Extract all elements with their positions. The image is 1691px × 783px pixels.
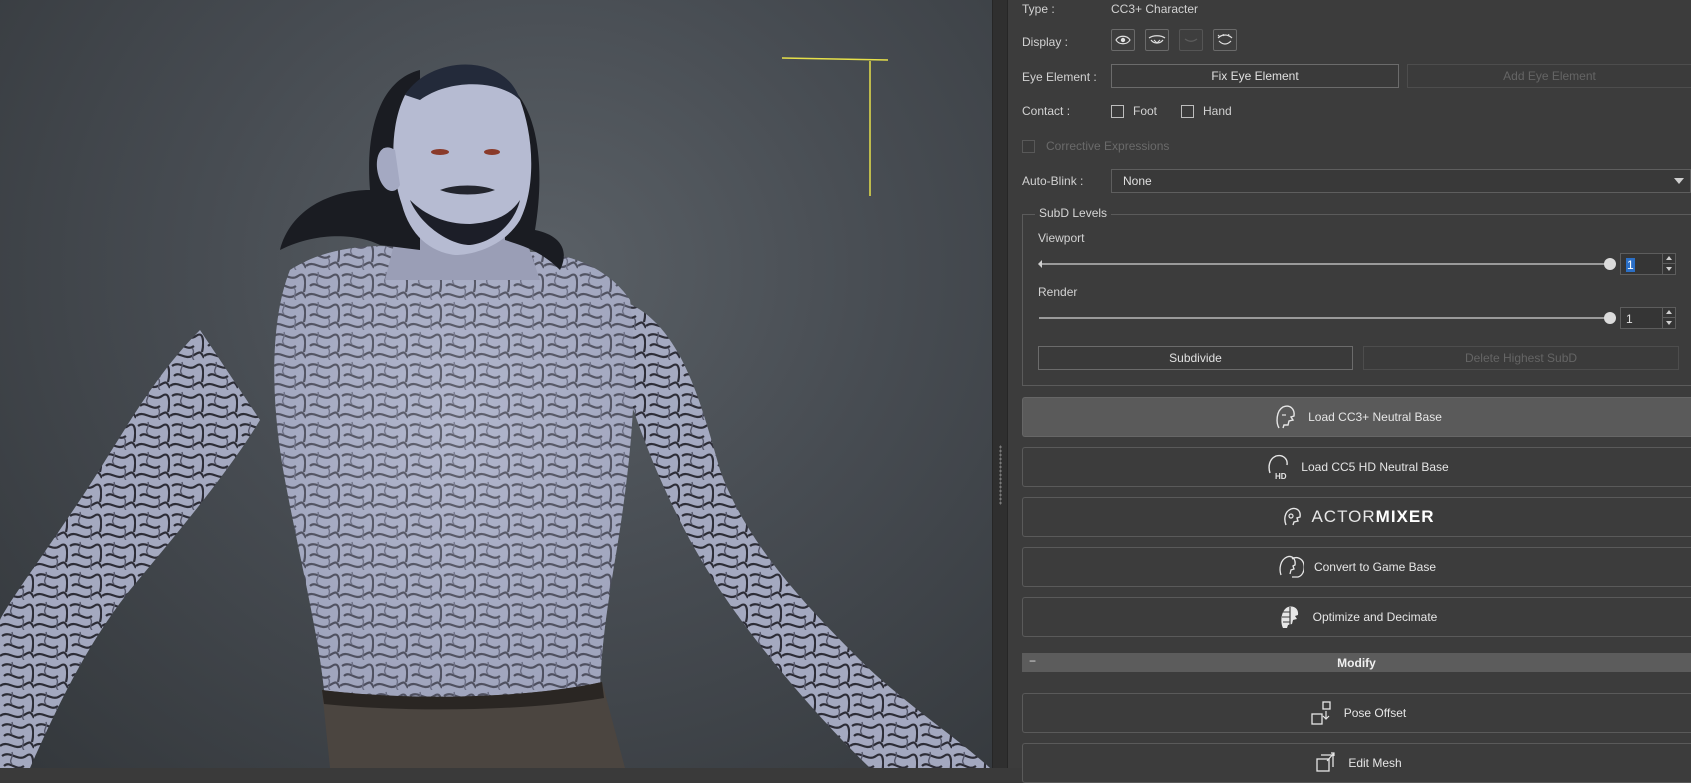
subd-viewport-spinbox[interactable]: 1 (1620, 253, 1676, 275)
actor-mixer-logo-actor: ACTOR (1311, 507, 1376, 526)
edit-mesh-icon (1312, 749, 1338, 777)
character-render (0, 57, 990, 768)
actor-mixer-logo-mixer: MIXER (1375, 507, 1435, 526)
subd-viewport-slider[interactable] (1039, 263, 1611, 265)
modify-section-title: Modify (1337, 655, 1376, 670)
subd-render-slider-knob[interactable] (1604, 312, 1616, 324)
contact-label: Contact : (1022, 104, 1071, 118)
load-cc3-label: Load CC3+ Neutral Base (1308, 410, 1442, 424)
hand-checkbox[interactable] (1181, 105, 1194, 118)
corrective-expressions-checkbox[interactable] (1022, 140, 1035, 153)
head-hd-icon: HD (1265, 453, 1291, 481)
subd-viewport-value[interactable]: 1 (1626, 258, 1635, 272)
type-label: Type : (1022, 2, 1055, 16)
display-eye-open-button[interactable] (1111, 29, 1135, 51)
slider-min-marker-icon (1038, 260, 1042, 268)
spin-down-icon[interactable] (1662, 264, 1675, 274)
edit-mesh-button[interactable]: Edit Mesh (1022, 743, 1691, 783)
foot-label: Foot (1133, 104, 1158, 118)
actor-mixer-icon (1279, 503, 1305, 531)
load-cc5-hd-neutral-base-button[interactable]: HD Load CC5 HD Neutral Base (1022, 447, 1691, 487)
spin-down-icon[interactable] (1662, 318, 1675, 328)
hand-label: Hand (1203, 104, 1232, 118)
load-cc5-label: Load CC5 HD Neutral Base (1301, 460, 1449, 474)
subd-viewport-label: Viewport (1038, 231, 1085, 245)
head-neutral-icon (1272, 403, 1298, 431)
optimize-label: Optimize and Decimate (1312, 610, 1438, 624)
modify-section-header[interactable]: − Modify (1022, 653, 1691, 672)
display-eye-blink-button[interactable] (1213, 29, 1237, 51)
optimize-and-decimate-button[interactable]: Optimize and Decimate (1022, 597, 1691, 637)
auto-blink-select[interactable]: None (1111, 169, 1691, 193)
display-label: Display : (1022, 35, 1069, 49)
3d-viewport[interactable] (0, 0, 992, 768)
type-value: CC3+ Character (1111, 2, 1199, 16)
eye-lashes-icon (1148, 35, 1166, 44)
subd-viewport-slider-knob[interactable] (1604, 258, 1616, 270)
modify-panel: Type : CC3+ Character Display : Eye Elem… (1008, 0, 1691, 783)
eye-open-icon (1115, 35, 1131, 45)
fix-eye-element-button[interactable]: Fix Eye Element (1111, 64, 1399, 88)
actor-mixer-logo: ACTORMIXER (1311, 507, 1434, 527)
subd-levels-title: SubD Levels (1035, 206, 1112, 220)
spin-up-icon[interactable] (1662, 308, 1675, 318)
splitter-grip[interactable] (999, 445, 1002, 505)
eye-blink-icon (1217, 34, 1233, 45)
display-eye-closed-button[interactable] (1179, 29, 1203, 51)
subd-render-slider[interactable] (1039, 317, 1611, 319)
eye-closed-icon (1184, 38, 1198, 42)
collapse-minus-icon[interactable]: − (1029, 654, 1036, 668)
actor-mixer-button[interactable]: ACTORMIXER (1022, 497, 1691, 537)
corrective-expressions-label: Corrective Expressions (1046, 139, 1170, 153)
convert-game-label: Convert to Game Base (1313, 560, 1437, 574)
spin-up-icon[interactable] (1662, 254, 1675, 264)
convert-to-game-base-button[interactable]: Convert to Game Base (1022, 547, 1691, 587)
display-eye-lashes-button[interactable] (1145, 29, 1169, 51)
delete-highest-subd-button[interactable]: Delete Highest SubD (1363, 346, 1679, 370)
subd-render-spinbox[interactable]: 1 (1620, 307, 1676, 329)
load-cc3-neutral-base-button[interactable]: Load CC3+ Neutral Base (1022, 397, 1691, 437)
svg-text:HD: HD (1275, 472, 1287, 481)
panel-splitter[interactable] (992, 0, 1008, 768)
subd-render-label: Render (1038, 285, 1078, 299)
pose-offset-button[interactable]: Pose Offset (1022, 693, 1691, 733)
eye-element-label: Eye Element : (1022, 70, 1097, 84)
two-heads-icon (1278, 553, 1304, 581)
pose-offset-icon (1308, 699, 1334, 727)
subd-render-value[interactable]: 1 (1626, 312, 1633, 326)
dropdown-arrow-icon (1674, 178, 1684, 184)
auto-blink-value: None (1123, 174, 1152, 188)
subdivide-button[interactable]: Subdivide (1038, 346, 1353, 370)
pose-offset-label: Pose Offset (1343, 706, 1407, 720)
auto-blink-label: Auto-Blink : (1022, 174, 1084, 188)
foot-checkbox[interactable] (1111, 105, 1124, 118)
head-mesh-icon (1277, 603, 1303, 631)
add-eye-element-button[interactable]: Add Eye Element (1407, 64, 1691, 88)
